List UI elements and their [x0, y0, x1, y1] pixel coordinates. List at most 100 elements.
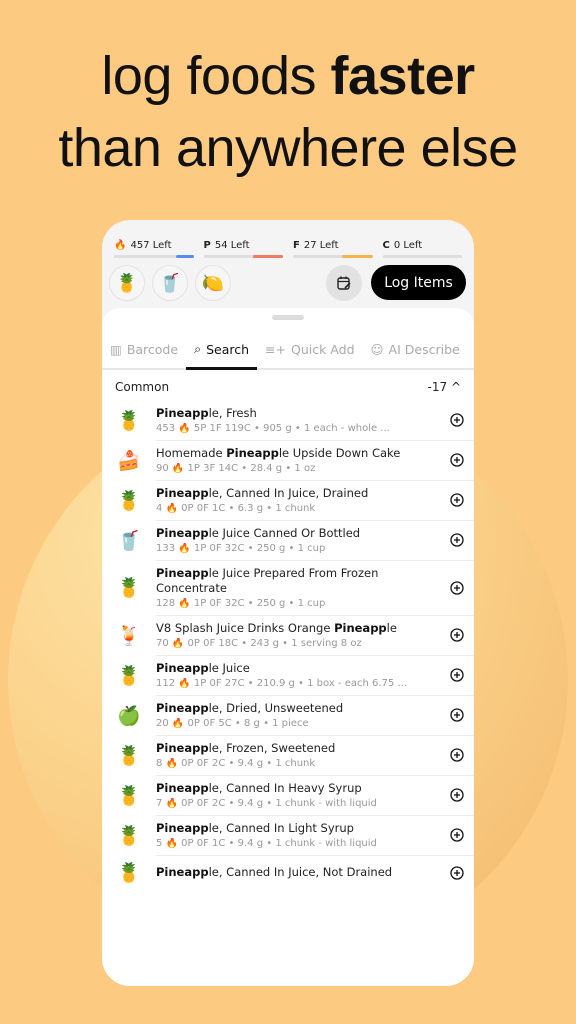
sheet-drag-handle[interactable] [272, 315, 304, 320]
food-icon: 🍍 [117, 862, 141, 884]
tab-quick-add[interactable]: ≡+ Quick Add [257, 330, 362, 368]
food-name: Pineapple, Canned In Light Syrup [156, 821, 354, 835]
section-collapse[interactable]: -17 ^ [428, 380, 462, 394]
list-item[interactable]: 🥤 Pineapple Juice Canned Or Bottled 133 🔥 … [102, 520, 474, 560]
quick-item-2[interactable]: 🍋 [195, 265, 231, 301]
list-item[interactable]: 🍍 Pineapple, Canned In Juice, Not Drained [102, 855, 474, 890]
macro-key: P [203, 240, 211, 251]
food-text: Homemade Pineapple Upside Down Cake 90 🔥 … [156, 446, 440, 474]
add-food-button[interactable] [440, 748, 474, 762]
food-meta: 70 🔥 0P 0F 18C • 243 g • 1 serving 8 oz [156, 638, 362, 649]
food-meta: 4 🔥 0P 0F 1C • 6.3 g • 1 chunk [156, 503, 316, 514]
food-text: Pineapple Juice Canned Or Bottled 133 🔥 1… [156, 526, 440, 554]
plus-circle-icon [450, 533, 464, 547]
food-text: Pineapple, Canned In Light Syrup 5 🔥 0P 0… [156, 821, 440, 849]
add-food-button[interactable] [440, 580, 474, 595]
food-name-match: Pineapp [334, 621, 387, 635]
food-text: Pineapple, Frozen, Sweetened 8 🔥 0P 0F 2C… [156, 741, 440, 769]
plus-circle-icon [450, 748, 464, 762]
section-header-common[interactable]: Common -17 ^ [115, 380, 461, 394]
list-item[interactable]: 🍍 Pineapple, Frozen, Sweetened 8 🔥 0P 0F 2… [102, 735, 474, 775]
food-meta: 7 🔥 0P 0F 2C • 9.4 g • 1 chunk - with li… [156, 798, 377, 809]
plus-circle-icon [450, 628, 464, 642]
food-meta: 90 🔥 1P 3F 14C • 28.4 g • 1 oz [156, 463, 316, 474]
headline: log foods faster than anywhere else [0, 40, 576, 184]
robot-icon: ☺ [370, 341, 384, 357]
macro-summary: 🔥 457 Left P 54 Left F 27 Left C 0 Left [114, 240, 462, 258]
quick-item-0[interactable]: 🍍 [109, 265, 145, 301]
list-item[interactable]: 🍍 Pineapple, Canned In Juice, Drained 4 🔥 … [102, 480, 474, 520]
food-meta: 5 🔥 0P 0F 1C • 9.4 g • 1 chunk - with li… [156, 838, 377, 849]
log-items-button[interactable]: Log Items [371, 265, 466, 300]
list-item[interactable]: 🍹 V8 Splash Juice Drinks Orange Pineapple… [102, 615, 474, 655]
macro-bar [203, 255, 283, 258]
add-food-button[interactable] [440, 493, 474, 507]
food-text: Pineapple, Canned In Juice, Drained 4 🔥 0… [156, 486, 440, 514]
add-food-button[interactable] [440, 413, 474, 427]
plus-circle-icon [450, 580, 464, 595]
food-name: Pineapple, Canned In Juice, Drained [156, 486, 369, 500]
macro-value: 0 Left [393, 240, 423, 251]
add-food-button[interactable] [440, 828, 474, 842]
macro-bar-fill [342, 255, 373, 258]
list-item[interactable]: 🍰 Homemade Pineapple Upside Down Cake 90 🔥… [102, 440, 474, 480]
tab-label: Barcode [126, 341, 179, 357]
food-name: Homemade Pineapple Upside Down Cake [156, 446, 401, 460]
calendar-edit-button[interactable] [326, 265, 362, 301]
food-name-match: Pineapp [156, 661, 209, 675]
plus-circle-icon [450, 493, 464, 507]
add-food-button[interactable] [440, 628, 474, 642]
food-name-match: Pineapp [226, 446, 279, 460]
food-list: 🍍 Pineapple, Fresh 453 🔥 5P 1F 119C • 905 … [102, 400, 474, 890]
food-name-match: Pineapp [156, 781, 209, 795]
add-food-button[interactable] [440, 453, 474, 467]
add-food-button[interactable] [440, 533, 474, 547]
macro-label: 🔥 457 Left [114, 240, 194, 251]
food-icon: 🍰 [117, 449, 141, 472]
food-name-match: Pineapp [156, 865, 209, 879]
quick-item-1[interactable]: 🥤 [152, 265, 188, 301]
list-item[interactable]: 🍏 Pineapple, Dried, Unsweetened 20 🔥 0P 0F… [102, 695, 474, 735]
tab-barcode[interactable]: ▥ Barcode [102, 330, 186, 368]
add-food-button[interactable] [440, 668, 474, 682]
food-icon: 🍍 [117, 664, 141, 687]
list-item[interactable]: 🍍 Pineapple Juice Prepared From Frozen Co… [102, 560, 474, 615]
macro-label: F 27 Left [293, 240, 373, 251]
food-icon: 🍹 [117, 624, 141, 647]
plus-circle-icon [450, 828, 464, 842]
add-food-button[interactable] [440, 865, 474, 880]
plus-circle-icon [450, 453, 464, 467]
macro-bar [382, 255, 462, 258]
food-icon: 🍍 [117, 409, 141, 432]
tab-search[interactable]: ⌕ Search [186, 330, 258, 370]
list-item[interactable]: 🍍 Pineapple Juice 112 🔥 1P 0F 27C • 210.9 … [102, 655, 474, 695]
plus-circle-icon [450, 668, 464, 682]
section-count: -17 [427, 380, 448, 394]
food-name-match: Pineapp [156, 406, 209, 420]
food-name: Pineapple, Canned In Juice, Not Drained [156, 865, 393, 879]
list-item[interactable]: 🍍 Pineapple, Canned In Heavy Syrup 7 🔥 0P … [102, 775, 474, 815]
food-name: Pineapple, Canned In Heavy Syrup [156, 781, 362, 795]
add-food-button[interactable] [440, 788, 474, 802]
section-title: Common [115, 380, 170, 394]
macro-bar-fill [252, 255, 283, 258]
macro-value: 54 Left [214, 240, 250, 251]
list-item[interactable]: 🍍 Pineapple, Fresh 453 🔥 5P 1F 119C • 905 … [102, 400, 474, 440]
macro-bar [114, 255, 194, 258]
add-food-button[interactable] [440, 708, 474, 722]
food-text: Pineapple, Fresh 453 🔥 5P 1F 119C • 905 g… [156, 406, 440, 434]
tab-ai-describe[interactable]: ☺ AI Describe [363, 330, 468, 368]
quick-add-icon: ≡+ [265, 341, 286, 357]
food-meta: 133 🔥 1P 0F 32C • 250 g • 1 cup [156, 543, 326, 554]
tab-label: Search [206, 341, 250, 357]
quick-items: 🍍 🥤 🍋 [109, 265, 231, 301]
food-name: Pineapple Juice Canned Or Bottled [156, 526, 361, 540]
macro-bar-fill [176, 255, 194, 258]
macro-bar [293, 255, 373, 258]
food-meta: 20 🔥 0P 0F 5C • 8 g • 1 piece [156, 718, 309, 729]
list-item[interactable]: 🍍 Pineapple, Canned In Light Syrup 5 🔥 0P … [102, 815, 474, 855]
macro-label: P 54 Left [204, 240, 284, 251]
barcode-icon: ▥ [110, 341, 122, 357]
plus-circle-icon [450, 413, 464, 427]
food-name: Pineapple, Fresh [156, 406, 257, 420]
